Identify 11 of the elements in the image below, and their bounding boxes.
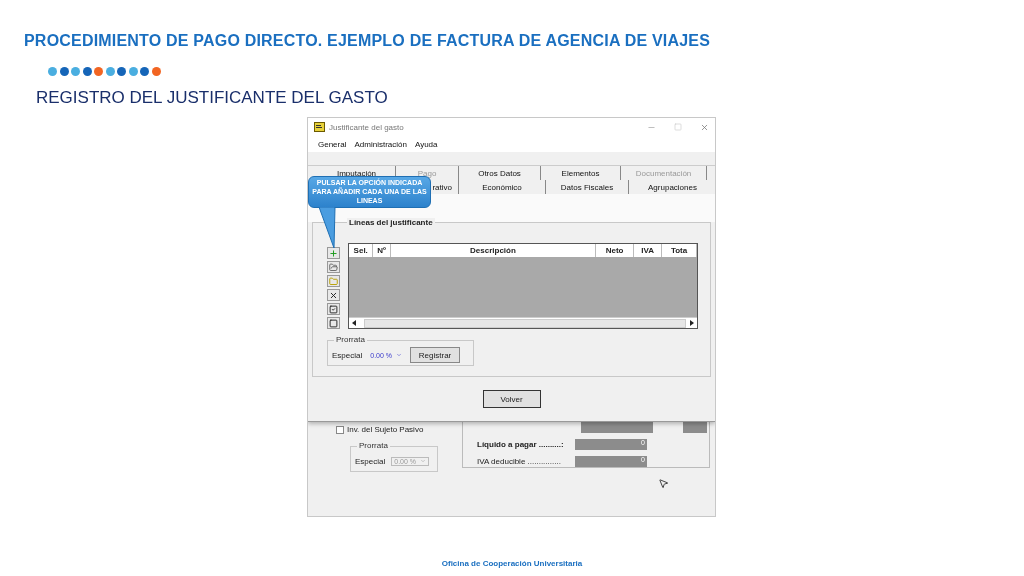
total-label: IVA deducible ............... xyxy=(477,457,562,466)
group-title: Prorrata xyxy=(334,335,367,344)
group-title: Prorrata xyxy=(357,441,390,450)
field-label: Especial xyxy=(355,456,386,466)
slide-footer: Oficina de Cooperación Universitaria xyxy=(0,559,1024,568)
slide-subtitle: REGISTRO DEL JUSTIFICANTE DEL GASTO xyxy=(36,88,389,108)
total-label: Líquido a pagar ..........: xyxy=(477,440,565,449)
group-title: Líneas del justificante xyxy=(347,218,435,227)
slide-title: PROCEDIMIENTO DE PAGO DIRECTO. EJEMPLO DE FACTURA DE AGENCIA DE VIAJES xyxy=(24,32,712,50)
window-title: Justificante del gasto xyxy=(329,122,405,132)
field-label: Especial xyxy=(332,350,363,360)
